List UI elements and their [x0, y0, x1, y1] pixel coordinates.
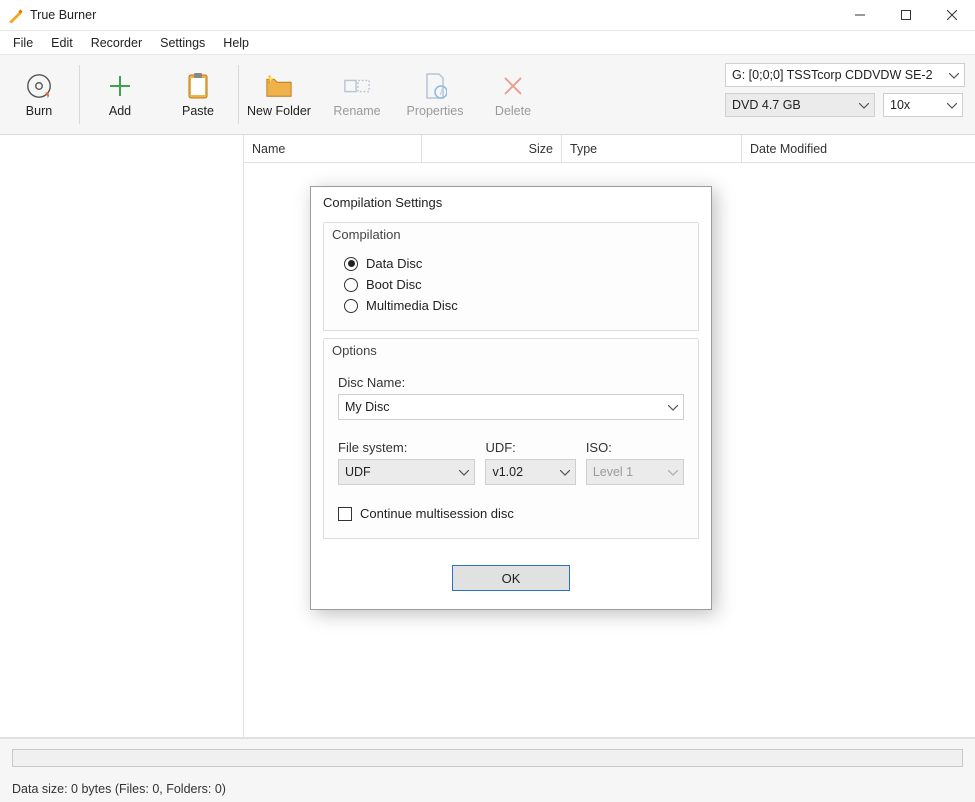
add-label: Add [109, 104, 131, 118]
new-folder-icon [265, 72, 293, 100]
status-bar: Data size: 0 bytes (Files: 0, Folders: 0… [0, 738, 975, 802]
radio-icon [344, 299, 358, 313]
radio-boot-disc-label: Boot Disc [366, 277, 422, 292]
paste-button[interactable]: Paste [159, 55, 237, 134]
properties-icon: i [421, 72, 449, 100]
rename-label: Rename [333, 104, 380, 118]
multisession-checkbox[interactable]: Continue multisession disc [338, 503, 684, 524]
app-icon [8, 7, 24, 23]
burn-button[interactable]: Burn [0, 55, 78, 134]
col-size[interactable]: Size [422, 135, 562, 162]
new-folder-label: New Folder [247, 104, 311, 118]
drive-select[interactable]: G: [0;0;0] TSSTcorp CDDVDW SE-2 [725, 63, 965, 87]
media-select-value: DVD 4.7 GB [732, 98, 801, 112]
new-folder-button[interactable]: New Folder [240, 55, 318, 134]
group-compilation: Compilation Data Disc Boot Disc Multimed… [323, 223, 699, 331]
tree-panel[interactable] [0, 135, 244, 737]
menu-file[interactable]: File [4, 34, 42, 52]
disc-name-label: Disc Name: [338, 375, 684, 390]
chevron-down-icon [947, 98, 957, 112]
rename-icon [343, 72, 371, 100]
col-date-modified[interactable]: Date Modified [742, 135, 975, 162]
col-type[interactable]: Type [562, 135, 742, 162]
menu-help[interactable]: Help [214, 34, 258, 52]
plus-icon [106, 72, 134, 100]
burn-label: Burn [26, 104, 52, 118]
chevron-down-icon [560, 465, 570, 479]
status-text: Data size: 0 bytes (Files: 0, Folders: 0… [12, 778, 963, 796]
iso-select: Level 1 [586, 459, 684, 485]
multisession-label: Continue multisession disc [360, 506, 514, 521]
radio-boot-disc[interactable]: Boot Disc [338, 274, 684, 295]
properties-button[interactable]: i Properties [396, 55, 474, 134]
properties-label: Properties [407, 104, 464, 118]
ok-button-label: OK [502, 571, 521, 586]
menu-recorder[interactable]: Recorder [82, 34, 151, 52]
minimize-button[interactable] [837, 0, 883, 31]
udf-select[interactable]: v1.02 [485, 459, 575, 485]
toolbar-separator [79, 65, 80, 124]
speed-select-value: 10x [890, 98, 910, 112]
dialog-title: Compilation Settings [311, 187, 711, 219]
paste-label: Paste [182, 104, 214, 118]
ok-button[interactable]: OK [452, 565, 570, 591]
toolbar-separator [238, 65, 239, 124]
chevron-down-icon [668, 400, 678, 414]
add-button[interactable]: Add [81, 55, 159, 134]
chevron-down-icon [459, 465, 469, 479]
compilation-settings-dialog: Compilation Settings Compilation Data Di… [310, 186, 712, 610]
chevron-down-icon [668, 465, 678, 479]
title-bar: True Burner [0, 0, 975, 31]
maximize-button[interactable] [883, 0, 929, 31]
rename-button[interactable]: Rename [318, 55, 396, 134]
chevron-down-icon [949, 68, 959, 82]
menu-bar: File Edit Recorder Settings Help [0, 31, 975, 55]
fs-label: File system: [338, 440, 475, 455]
radio-icon [344, 278, 358, 292]
close-button[interactable] [929, 0, 975, 31]
radio-data-disc[interactable]: Data Disc [338, 253, 684, 274]
radio-multimedia-disc[interactable]: Multimedia Disc [338, 295, 684, 316]
disc-burn-icon [25, 72, 53, 100]
media-select[interactable]: DVD 4.7 GB [725, 93, 875, 117]
group-options-title: Options [324, 338, 698, 360]
fs-value: UDF [345, 465, 371, 479]
iso-value: Level 1 [593, 465, 633, 479]
delete-icon [499, 72, 527, 100]
col-name[interactable]: Name [244, 135, 422, 162]
radio-data-disc-label: Data Disc [366, 256, 422, 271]
udf-value: v1.02 [492, 465, 523, 479]
list-header: Name Size Type Date Modified [244, 135, 975, 163]
speed-select[interactable]: 10x [883, 93, 963, 117]
drive-panel: G: [0;0;0] TSSTcorp CDDVDW SE-2 DVD 4.7 … [715, 55, 975, 134]
group-options: Options Disc Name: My Disc File system: … [323, 339, 699, 539]
toolbar: Burn Add Paste New Folder [0, 55, 975, 135]
delete-label: Delete [495, 104, 531, 118]
udf-label: UDF: [485, 440, 575, 455]
size-progress [12, 749, 963, 767]
delete-button[interactable]: Delete [474, 55, 552, 134]
menu-edit[interactable]: Edit [42, 34, 82, 52]
chevron-down-icon [859, 98, 869, 112]
svg-text:i: i [440, 88, 442, 97]
iso-label: ISO: [586, 440, 684, 455]
clipboard-icon [184, 72, 212, 100]
window-title: True Burner [30, 8, 96, 22]
checkbox-icon [338, 507, 352, 521]
menu-settings[interactable]: Settings [151, 34, 214, 52]
radio-multimedia-disc-label: Multimedia Disc [366, 298, 458, 313]
radio-icon [344, 257, 358, 271]
disc-name-value: My Disc [345, 400, 389, 414]
disc-name-field[interactable]: My Disc [338, 394, 684, 420]
fs-select[interactable]: UDF [338, 459, 475, 485]
group-compilation-title: Compilation [324, 222, 698, 244]
drive-select-value: G: [0;0;0] TSSTcorp CDDVDW SE-2 [732, 68, 933, 82]
